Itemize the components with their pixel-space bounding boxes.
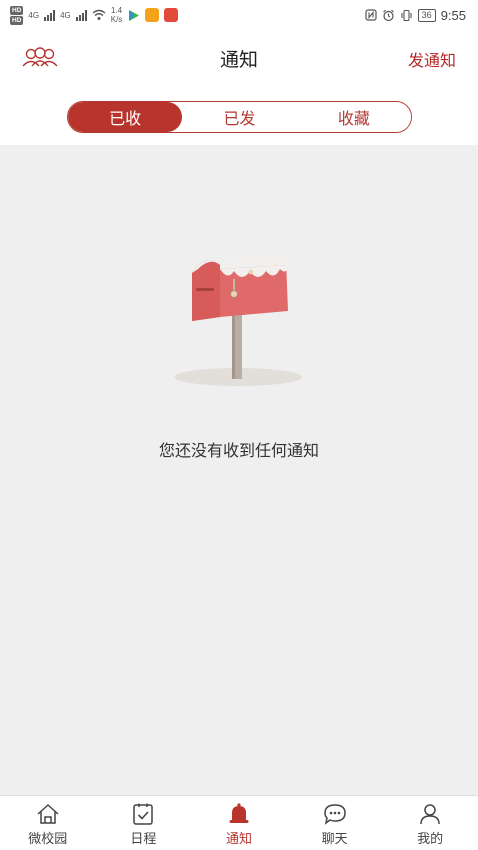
signal-icon (75, 9, 87, 21)
alarm-icon (382, 9, 394, 21)
speed-unit: K/s (110, 15, 123, 24)
network-type: 4G (28, 10, 40, 20)
tab-favorites[interactable]: 收藏 (296, 102, 411, 132)
nav-item-chat[interactable]: 聊天 (287, 796, 383, 850)
mailbox-icon (174, 255, 302, 386)
segment-bar: 已收 已发 收藏 (0, 86, 478, 145)
nav-item-notice[interactable]: 通知 (191, 796, 287, 850)
play-store-icon (129, 9, 140, 21)
bottom-nav: 微校园 日程 通知 聊天 我的 (0, 795, 478, 850)
nav-item-campus[interactable]: 微校园 (0, 796, 96, 850)
empty-state-message: 您还没有收到任何通知 (158, 441, 319, 460)
network-type: 4G (60, 10, 71, 20)
send-notice-button[interactable]: 发通知 (408, 47, 456, 71)
hd-badge: HD (10, 5, 24, 15)
network-speed: 1.4 K/s (111, 6, 123, 24)
page-title: 通知 (219, 49, 258, 71)
nav-item-profile[interactable]: 我的 (382, 796, 478, 850)
nfc-icon (365, 9, 377, 21)
wifi-icon (92, 9, 106, 20)
app-notification-icon (145, 8, 160, 22)
app-notification-icon (164, 8, 179, 22)
speed-value: 1.4 (110, 6, 123, 15)
vibrate-icon (401, 9, 412, 21)
tab-sent[interactable]: 已发 (182, 102, 297, 132)
nav-item-schedule[interactable]: 日程 (96, 796, 192, 850)
nav-label: 我的 (417, 832, 444, 847)
segment-control: 已收 已发 收藏 (67, 101, 412, 133)
bell-icon (229, 803, 249, 823)
status-bar: HD HD 4G 4G 1.4 K/s 36 9:55 (0, 0, 478, 30)
battery-indicator: 36 (417, 8, 436, 22)
hd-badge: HD (10, 15, 24, 25)
status-time: 9:55 (440, 7, 466, 23)
app-header: 通知 发通知 (0, 30, 478, 86)
nav-label: 聊天 (321, 832, 348, 847)
nav-label: 微校园 (28, 832, 68, 847)
status-right: 36 9:55 (365, 8, 466, 23)
nav-label: 通知 (225, 832, 252, 847)
user-icon (420, 804, 440, 825)
status-left: HD HD 4G 4G 1.4 K/s (10, 5, 179, 25)
signal-icon (44, 9, 56, 21)
chat-bubble-icon (323, 804, 346, 825)
hd-indicators: HD HD (10, 5, 24, 25)
calendar-check-icon (133, 803, 154, 825)
tab-received[interactable]: 已收 (68, 102, 183, 132)
nav-label: 日程 (130, 832, 157, 847)
home-icon (37, 804, 59, 824)
